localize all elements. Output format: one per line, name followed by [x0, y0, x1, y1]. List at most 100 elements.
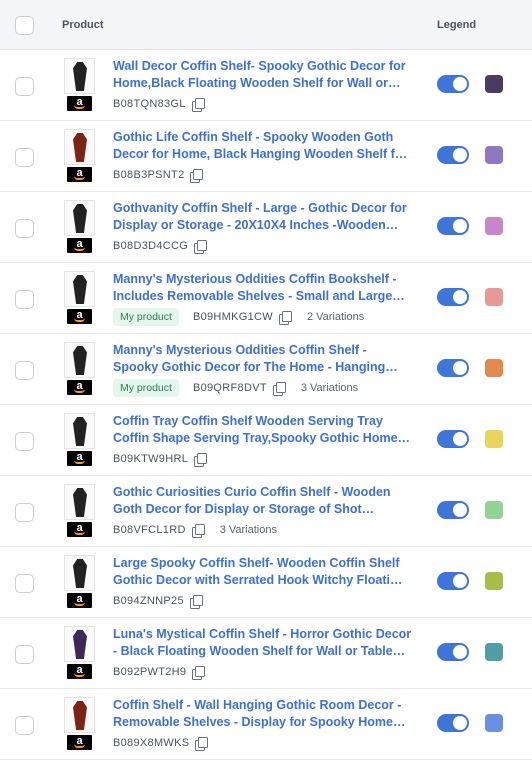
- product-title-link[interactable]: Gothic Life Coffin Shelf - Spooky Wooden…: [113, 129, 413, 163]
- legend-color-swatch[interactable]: [485, 572, 503, 590]
- coffin-shelf-image: [73, 630, 87, 659]
- legend-color-swatch[interactable]: [485, 501, 503, 519]
- product-title-link[interactable]: Manny's Mysterious Oddities Coffin Books…: [113, 271, 413, 305]
- row-checkbox[interactable]: [15, 503, 34, 522]
- product-image: [64, 413, 95, 449]
- row-checkbox[interactable]: [15, 574, 34, 593]
- legend-color-swatch[interactable]: [485, 430, 503, 448]
- legend-toggle[interactable]: [437, 714, 469, 732]
- select-all-checkbox[interactable]: [15, 16, 34, 35]
- product-meta: B08B3PSNT2: [113, 166, 204, 184]
- row-checkbox[interactable]: [15, 290, 34, 309]
- product-meta: B08VFCL1RD 3 Variations: [113, 521, 277, 539]
- amazon-logo-icon: a: [67, 593, 92, 608]
- legend-color-swatch[interactable]: [485, 75, 503, 93]
- product-title-link[interactable]: Manny's Mysterious Oddities Coffin Shelf…: [113, 342, 413, 376]
- legend-color-swatch[interactable]: [485, 359, 503, 377]
- copy-icon[interactable]: [191, 523, 205, 538]
- table-row: a Luna's Mystical Coffin Shelf - Horror …: [0, 618, 532, 689]
- legend-toggle[interactable]: [437, 572, 469, 590]
- row-checkbox[interactable]: [15, 148, 34, 167]
- product-title-link[interactable]: Gothic Curiosities Curio Coffin Shelf - …: [113, 484, 413, 518]
- row-checkbox[interactable]: [15, 77, 34, 96]
- product-meta: B092PWT2H9: [113, 663, 206, 681]
- copy-icon[interactable]: [191, 97, 205, 112]
- legend-color-swatch[interactable]: [485, 288, 503, 306]
- table-row: a Wall Decor Coffin Shelf- Spooky Gothic…: [0, 50, 532, 121]
- product-title-link[interactable]: Gothvanity Coffin Shelf - Large - Gothic…: [113, 200, 413, 234]
- product-thumbnail[interactable]: a: [59, 697, 99, 751]
- product-title-link[interactable]: Coffin Tray Coffin Shelf Wooden Serving …: [113, 413, 413, 447]
- legend-toggle[interactable]: [437, 359, 469, 377]
- product-thumbnail[interactable]: a: [59, 58, 99, 112]
- legend-toggle[interactable]: [437, 643, 469, 661]
- copy-icon[interactable]: [190, 168, 204, 183]
- product-thumbnail[interactable]: a: [59, 413, 99, 467]
- legend-toggle[interactable]: [437, 146, 469, 164]
- table-row: a Coffin Shelf - Wall Hanging Gothic Roo…: [0, 689, 532, 760]
- table-row: a Gothvanity Coffin Shelf - Large - Goth…: [0, 192, 532, 263]
- product-meta: B08D3D4CCG: [113, 237, 208, 255]
- table-row: a Gothic Curiosities Curio Coffin Shelf …: [0, 476, 532, 547]
- legend-toggle[interactable]: [437, 217, 469, 235]
- my-product-badge: My product: [113, 308, 179, 326]
- table-row: a Manny's Mysterious Oddities Coffin She…: [0, 334, 532, 405]
- coffin-shelf-image: [73, 488, 87, 517]
- product-title-link[interactable]: Luna's Mystical Coffin Shelf - Horror Go…: [113, 626, 413, 660]
- legend-toggle[interactable]: [437, 75, 469, 93]
- product-meta: My product B09HMKG1CW 2 Variations: [113, 308, 364, 326]
- amazon-logo-icon: a: [67, 735, 92, 750]
- table-row: a Gothic Life Coffin Shelf - Spooky Wood…: [0, 121, 532, 192]
- product-title-link[interactable]: Wall Decor Coffin Shelf- Spooky Gothic D…: [113, 58, 413, 92]
- amazon-logo-icon: a: [67, 167, 92, 182]
- product-thumbnail[interactable]: a: [59, 626, 99, 680]
- product-thumbnail[interactable]: a: [59, 271, 99, 325]
- variations-count[interactable]: 3 Variations: [220, 524, 277, 536]
- row-checkbox[interactable]: [15, 716, 34, 735]
- legend-toggle[interactable]: [437, 430, 469, 448]
- table-row: a Manny's Mysterious Oddities Coffin Boo…: [0, 263, 532, 334]
- table-row: a Coffin Tray Coffin Shelf Wooden Servin…: [0, 405, 532, 476]
- copy-icon[interactable]: [194, 452, 208, 467]
- row-checkbox[interactable]: [15, 645, 34, 664]
- row-checkbox[interactable]: [15, 219, 34, 238]
- copy-icon[interactable]: [278, 310, 292, 325]
- copy-icon[interactable]: [272, 381, 286, 396]
- asin-text: B08TQN83GL: [113, 98, 186, 110]
- product-image: [64, 200, 95, 236]
- product-thumbnail[interactable]: a: [59, 484, 99, 538]
- variations-count[interactable]: 2 Variations: [307, 311, 364, 323]
- product-image: [64, 626, 95, 662]
- legend-color-swatch[interactable]: [485, 217, 503, 235]
- legend-color-swatch[interactable]: [485, 643, 503, 661]
- asin-text: B09KTW9HRL: [113, 453, 189, 465]
- copy-icon[interactable]: [189, 594, 203, 609]
- product-thumbnail[interactable]: a: [59, 555, 99, 609]
- amazon-logo-icon: a: [67, 451, 92, 466]
- product-thumbnail[interactable]: a: [59, 200, 99, 254]
- product-meta: My product B09QRF8DVT 3 Variations: [113, 379, 358, 397]
- variations-count[interactable]: 3 Variations: [301, 382, 358, 394]
- copy-icon[interactable]: [192, 665, 206, 680]
- my-product-badge: My product: [113, 379, 179, 397]
- product-thumbnail[interactable]: a: [59, 342, 99, 396]
- product-title-link[interactable]: Coffin Shelf - Wall Hanging Gothic Room …: [113, 697, 413, 731]
- legend-color-swatch[interactable]: [485, 714, 503, 732]
- product-image: [64, 271, 95, 307]
- row-checkbox[interactable]: [15, 432, 34, 451]
- row-checkbox[interactable]: [15, 361, 34, 380]
- product-image: [64, 484, 95, 520]
- product-title-link[interactable]: Large Spooky Coffin Shelf- Wooden Coffin…: [113, 555, 413, 589]
- legend-toggle[interactable]: [437, 288, 469, 306]
- product-column-header: Product: [62, 19, 104, 31]
- product-meta: B089X8MWKS: [113, 734, 209, 752]
- asin-text: B094ZNNP25: [113, 595, 184, 607]
- legend-color-swatch[interactable]: [485, 146, 503, 164]
- legend-toggle[interactable]: [437, 501, 469, 519]
- coffin-shelf-image: [73, 62, 87, 91]
- coffin-shelf-image: [73, 417, 87, 446]
- product-thumbnail[interactable]: a: [59, 129, 99, 183]
- copy-icon[interactable]: [195, 736, 209, 751]
- copy-icon[interactable]: [194, 239, 208, 254]
- product-image: [64, 129, 95, 165]
